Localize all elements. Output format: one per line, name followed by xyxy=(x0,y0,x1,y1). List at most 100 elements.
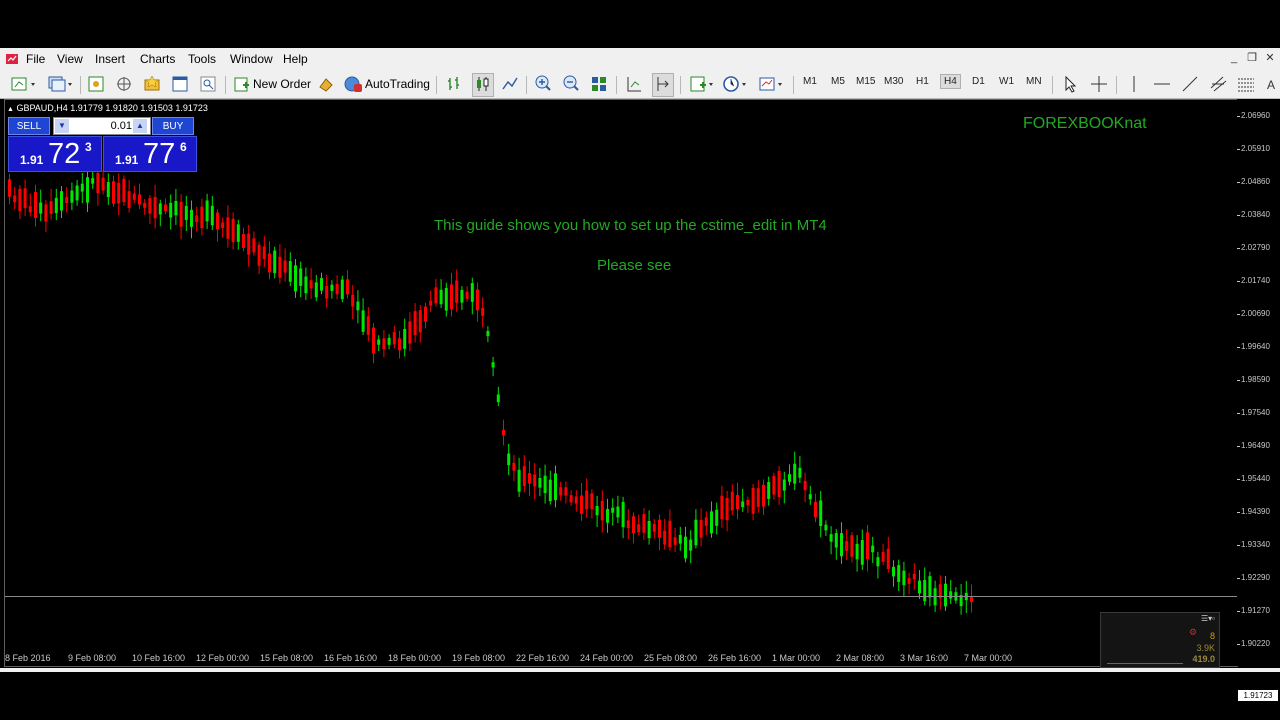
new-order-icon xyxy=(234,77,249,92)
menu-charts[interactable]: Charts xyxy=(140,52,175,66)
tile-windows-icon[interactable] xyxy=(589,73,609,95)
candle-body xyxy=(892,566,895,577)
price-tick-mark xyxy=(1237,512,1240,513)
market-watch-icon[interactable] xyxy=(86,73,106,95)
lot-size-field[interactable]: ▼ 0.01 ▲ xyxy=(53,117,151,135)
lot-size-value[interactable]: 0.01 xyxy=(72,120,132,132)
timeframe-m15[interactable]: M15 xyxy=(856,76,875,87)
menu-file[interactable]: File xyxy=(26,52,45,66)
lot-decrease-icon[interactable]: ▼ xyxy=(55,119,69,133)
timeframe-m30[interactable]: M30 xyxy=(884,76,903,87)
time-tick: 22 Feb 16:00 xyxy=(516,653,570,663)
candle-body xyxy=(637,524,641,533)
chart-tabs-strip xyxy=(0,668,1280,672)
candle-body xyxy=(470,283,474,302)
menu-view[interactable]: View xyxy=(57,52,83,66)
candle-body xyxy=(127,191,131,209)
auto-scroll-icon[interactable] xyxy=(652,73,674,97)
favorites-folder-icon[interactable] xyxy=(142,73,162,95)
menu-tools[interactable]: Tools xyxy=(188,52,216,66)
trendline-icon[interactable] xyxy=(1180,73,1200,95)
horizontal-line-icon[interactable] xyxy=(1152,73,1172,95)
candle-body xyxy=(439,289,443,305)
chart-shift-icon[interactable] xyxy=(624,73,644,95)
menu-bar: File View Insert Charts Tools Window Hel… xyxy=(0,48,1280,71)
candle-body xyxy=(465,291,469,299)
candle-body xyxy=(138,194,141,205)
candle-body xyxy=(767,482,771,499)
candle-body xyxy=(236,224,240,242)
candle-body xyxy=(340,279,344,300)
candle-body xyxy=(907,578,911,584)
equidistant-channel-icon[interactable] xyxy=(1208,73,1228,95)
candle-body xyxy=(242,234,245,248)
candle-body xyxy=(803,480,807,491)
timeframe-h4[interactable]: H4 xyxy=(940,74,961,89)
cursor-icon[interactable] xyxy=(1060,73,1080,95)
timeframe-d1[interactable]: D1 xyxy=(972,76,985,87)
candle-body xyxy=(918,580,921,594)
lot-increase-icon[interactable]: ▲ xyxy=(133,119,147,133)
new-order-button[interactable]: New Order xyxy=(233,74,311,94)
line-chart-icon[interactable] xyxy=(500,73,520,95)
candle-body xyxy=(694,519,698,546)
candle-body xyxy=(179,201,183,227)
text-tool-icon[interactable]: A xyxy=(1264,73,1280,95)
timeframe-m1[interactable]: M1 xyxy=(803,76,817,87)
candle-body xyxy=(600,500,604,521)
crosshair-icon[interactable] xyxy=(1089,73,1109,95)
candlestick-icon[interactable] xyxy=(472,73,494,97)
zoom-in-icon[interactable] xyxy=(533,73,553,95)
autotrading-button[interactable]: AutoTrading xyxy=(343,74,430,94)
timeframe-mn[interactable]: MN xyxy=(1026,76,1042,87)
price-tick-mark xyxy=(1237,479,1240,480)
candlestick-series xyxy=(8,166,973,615)
fibonacci-icon[interactable] xyxy=(1236,73,1256,95)
candle-body xyxy=(663,530,667,545)
timeframe-m5[interactable]: M5 xyxy=(831,76,845,87)
close-icon[interactable]: ✕ xyxy=(1262,51,1278,65)
minimize-icon[interactable]: _ xyxy=(1226,51,1242,65)
zoom-out-icon[interactable] xyxy=(561,73,581,95)
time-tick: 7 Mar 00:00 xyxy=(964,653,1013,663)
candle-body xyxy=(158,203,162,215)
templates-icon[interactable] xyxy=(757,73,785,95)
collapse-triangle-icon[interactable]: ▲ xyxy=(7,106,14,113)
mini-panel-controls-icon[interactable]: ☰▾▫ xyxy=(1201,614,1215,623)
navigator-icon[interactable] xyxy=(114,73,134,95)
periods-clock-icon[interactable] xyxy=(721,73,749,95)
candle-body xyxy=(881,551,885,562)
candle-body xyxy=(434,287,438,304)
candle-body xyxy=(18,188,22,212)
restore-icon[interactable]: ❐ xyxy=(1244,51,1260,65)
chart-window[interactable]: 8 Feb 2016 9 Feb 08:00 10 Feb 16:00 12 F… xyxy=(4,99,1238,667)
menu-insert[interactable]: Insert xyxy=(95,52,125,66)
timeframe-w1[interactable]: W1 xyxy=(999,76,1014,87)
buy-button[interactable]: BUY xyxy=(152,117,194,135)
time-tick: 16 Feb 16:00 xyxy=(324,653,378,663)
profiles-icon[interactable] xyxy=(46,73,74,95)
candle-body xyxy=(793,463,797,484)
metaeditor-icon[interactable] xyxy=(316,73,336,95)
indicators-icon[interactable] xyxy=(688,73,716,95)
price-tick: 1.90220 xyxy=(1241,639,1270,648)
menu-window[interactable]: Window xyxy=(230,52,273,66)
candle-body xyxy=(346,279,349,295)
menu-help[interactable]: Help xyxy=(283,52,308,66)
bar-chart-icon[interactable] xyxy=(444,73,464,95)
candle-body xyxy=(923,579,927,602)
vertical-line-icon[interactable] xyxy=(1124,73,1144,95)
terminal-icon[interactable] xyxy=(170,73,190,95)
candle-body xyxy=(366,316,370,335)
sell-button[interactable]: SELL xyxy=(8,117,50,135)
buy-price-quote[interactable]: 1.91 77 6 xyxy=(103,136,197,172)
candle-body xyxy=(611,507,615,513)
guide-text: This guide shows you how to set up the c… xyxy=(434,217,827,234)
strategy-tester-icon[interactable] xyxy=(198,73,218,95)
candle-body xyxy=(928,576,932,598)
new-chart-icon[interactable] xyxy=(10,73,38,95)
sell-price-quote[interactable]: 1.91 72 3 xyxy=(8,136,102,172)
candle-body xyxy=(548,479,552,502)
timeframe-h1[interactable]: H1 xyxy=(916,76,929,87)
mini-value-c: 419.0 xyxy=(1192,654,1215,664)
